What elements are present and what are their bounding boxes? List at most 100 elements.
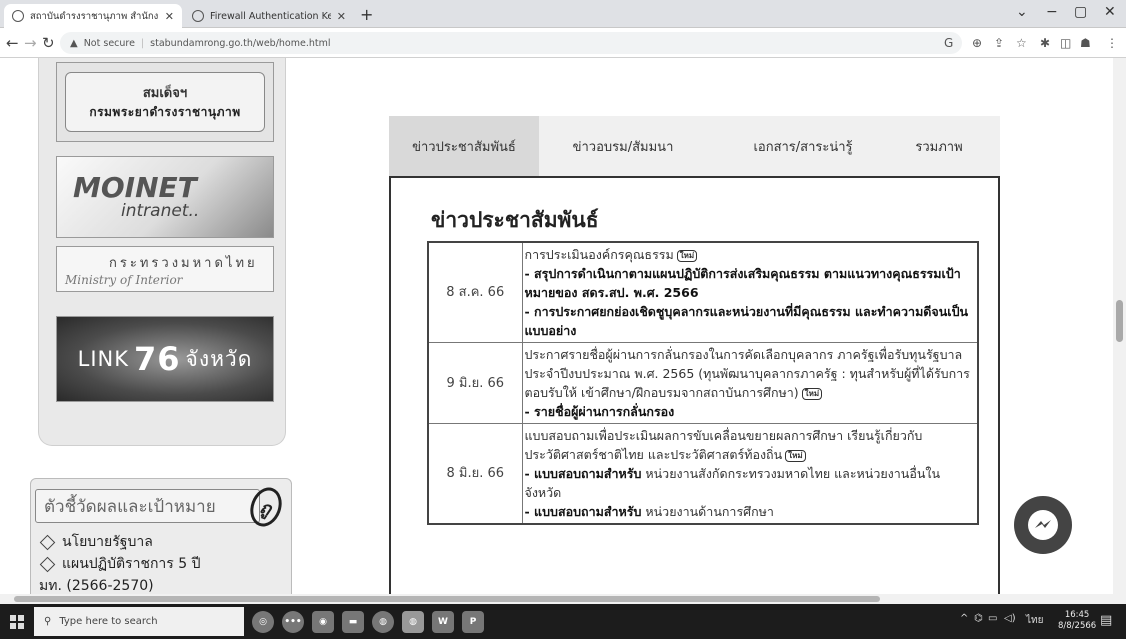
new-badge: ใหม่ xyxy=(801,387,823,400)
banner-line2: Ministry of Interior xyxy=(65,272,183,287)
network-icon[interactable]: ⌬ xyxy=(974,613,983,624)
tab-documents[interactable]: เอกสาร/สาระน่ารู้ xyxy=(728,116,878,176)
profile-icon[interactable]: ☗ xyxy=(1080,36,1091,50)
news-intro[interactable]: ประกาศรายชื่อผู้ผ่านการกลั่นกรองในการคัด… xyxy=(525,347,970,400)
language-indicator[interactable]: ไทย xyxy=(1026,613,1043,628)
banner-line2: intranet.. xyxy=(121,200,200,221)
globe-icon xyxy=(192,10,204,22)
windows-start-icon[interactable] xyxy=(10,615,24,629)
banner-link-76-provinces[interactable]: LINK 76 จังหวัด xyxy=(56,316,274,402)
banner-moinet[interactable]: MOINET intranet.. xyxy=(56,156,274,238)
translate-icon[interactable]: G xyxy=(944,36,953,50)
address-bar[interactable]: ▲ Not secure | stabundamrong.go.th/web/h… xyxy=(60,32,962,54)
tab-search-button[interactable]: ⌄ xyxy=(1016,4,1028,20)
news-content: ประกาศรายชื่อผู้ผ่านการกลั่นกรองในการคัด… xyxy=(521,342,979,424)
close-window-button[interactable]: ✕ xyxy=(1104,4,1116,20)
kpi-title[interactable]: ตัวชี้วัดผลและเป้าหมาย xyxy=(35,489,260,523)
page-viewport: สมเด็จฯ กรมพระยาดำรงราชานุภาพ MOINET int… xyxy=(0,58,1126,604)
taskbar-search[interactable]: ⚲ Type here to search xyxy=(34,607,244,636)
word-icon[interactable]: W xyxy=(432,611,454,633)
forward-arrow-icon[interactable]: → xyxy=(24,34,37,52)
messenger-icon xyxy=(1028,510,1058,540)
tab-public-relations[interactable]: ข่าวประชาสัมพันธ์ xyxy=(389,116,539,176)
cortana-icon[interactable]: ◎ xyxy=(252,611,274,633)
vertical-scrollbar[interactable] xyxy=(1113,58,1126,604)
kpi-links: นโยบายรัฐบาล แผนปฏิบัติราชการ 5 ปี มท. (… xyxy=(39,531,201,597)
new-tab-button[interactable]: + xyxy=(360,5,373,24)
bookmark-star-icon[interactable]: ☆ xyxy=(1016,36,1027,50)
reload-icon[interactable]: ↻ xyxy=(42,34,55,52)
back-arrow-icon[interactable]: ← xyxy=(6,34,19,52)
tab-gallery[interactable]: รวมภาพ xyxy=(880,116,998,176)
messenger-chat-button[interactable] xyxy=(1014,496,1072,554)
news-link[interactable]: - สรุปการดำเนินกาตามแผนปฏิบัติการส่งเสริ… xyxy=(525,266,961,300)
clock-date: 8/8/2566 xyxy=(1058,621,1097,631)
maximize-button[interactable]: ▢ xyxy=(1074,4,1087,20)
scrollbar-thumb[interactable] xyxy=(1116,300,1123,342)
news-date: 8 ส.ค. 66 xyxy=(427,241,523,343)
kpi-section: ตัวชี้วัดผลและเป้าหมาย ถู นโยบายรัฐบาล แ… xyxy=(30,478,292,604)
news-link[interactable]: - การประกาศยกย่องเชิดชูบุคลากรและหน่วยงา… xyxy=(525,304,969,338)
sidebar-icon[interactable]: ◫ xyxy=(1060,36,1071,50)
scroll-graphic: สมเด็จฯ กรมพระยาดำรงราชานุภาพ xyxy=(65,72,265,132)
survey-link-label[interactable]: - แบบสอบถามสำหรับ xyxy=(525,466,642,481)
link-label: นโยบายรัฐบาล xyxy=(62,534,153,550)
diamond-bullet-icon xyxy=(39,556,56,572)
banner-line1: กระทรวงมหาดไทย xyxy=(109,255,258,271)
table-row: 8 มิ.ย. 66 แบบสอบถามเพื่อประเมินผลการขับ… xyxy=(427,423,979,525)
volume-icon[interactable]: ◁) xyxy=(1004,613,1016,624)
tray-arrow-icon[interactable]: ^ xyxy=(960,613,968,624)
chrome-active-icon[interactable]: ◍ xyxy=(402,611,424,633)
link-government-policy[interactable]: นโยบายรัฐบาล xyxy=(39,531,201,553)
new-badge: ใหม่ xyxy=(785,449,806,462)
display-icon[interactable]: ▭ xyxy=(988,613,997,624)
panel-title: ข่าวประชาสัมพันธ์ xyxy=(431,208,599,232)
extensions-icon[interactable]: ✱ xyxy=(1040,36,1050,50)
browser-toolbar: ← → ↻ ▲ Not secure | stabundamrong.go.th… xyxy=(0,28,1126,58)
security-label: Not secure xyxy=(83,37,135,49)
file-explorer-icon[interactable]: ▬ xyxy=(342,611,364,633)
news-date: 8 มิ.ย. 66 xyxy=(427,423,523,525)
banner-prince-damrong[interactable]: สมเด็จฯ กรมพระยาดำรงราชานุภาพ xyxy=(56,62,274,142)
menu-dots-icon[interactable]: ⋮ xyxy=(1106,36,1118,50)
banner-link-text: LINK xyxy=(77,347,129,371)
banner-link-province: จังหวัด xyxy=(185,346,253,371)
close-tab-icon[interactable]: ✕ xyxy=(165,10,174,23)
share-icon[interactable]: ⇪ xyxy=(994,36,1004,50)
search-icon: ⚲ xyxy=(44,616,52,627)
divider: | xyxy=(140,37,145,49)
browser-tab-strip: สถาบันดำรงราชานุภาพ สำนักงานปลัด ✕ Firew… xyxy=(0,0,1126,28)
chrome-icon[interactable]: ◍ xyxy=(372,611,394,633)
windows-taskbar: ⚲ Type here to search ◎ ••• ◉ ▬ ◍ ◍ W P … xyxy=(0,604,1126,639)
clock-time: 16:45 xyxy=(1064,610,1090,620)
taskbar-clock[interactable]: 16:45 8/8/2566 xyxy=(1058,610,1096,632)
survey-link-text[interactable]: หน่วยงานด้านการศึกษา xyxy=(645,504,774,519)
tab-training[interactable]: ข่าวอบรม/สัมมนา xyxy=(548,116,698,176)
news-content: การประเมินองค์กรคุณธรรม ใหม่ - สรุปการดำเ… xyxy=(521,241,979,343)
banner-link-number: 76 xyxy=(134,340,181,378)
pdf-icon[interactable]: P xyxy=(462,611,484,633)
news-link[interactable]: - รายชื่อผู้ผ่านการกลั่นกรอง xyxy=(525,404,675,419)
diamond-bullet-icon xyxy=(39,534,56,550)
url-text: stabundamrong.go.th/web/home.html xyxy=(150,37,331,49)
news-intro[interactable]: การประเมินองค์กรคุณธรรม xyxy=(525,247,674,262)
task-view-icon[interactable]: ◉ xyxy=(312,611,334,633)
news-date: 9 มิ.ย. 66 xyxy=(427,342,523,424)
notification-icon[interactable]: ▤ xyxy=(1100,613,1112,628)
scrollbar-thumb[interactable] xyxy=(14,596,880,602)
survey-link-label[interactable]: - แบบสอบถามสำหรับ xyxy=(525,504,642,519)
horizontal-scrollbar[interactable] xyxy=(0,594,1113,604)
banner-line1: MOINET xyxy=(73,170,197,204)
tab-title: Firewall Authentication Keepaliv xyxy=(210,10,331,22)
banner-ministry-of-interior[interactable]: กระทรวงมหาดไทย Ministry of Interior xyxy=(56,246,274,292)
table-row: 8 ส.ค. 66 การประเมินองค์กรคุณธรรม ใหม่ - … xyxy=(427,241,979,343)
link-label: แผนปฏิบัติราชการ 5 ปี xyxy=(62,556,201,572)
minimize-button[interactable]: − xyxy=(1046,4,1058,20)
news-intro[interactable]: แบบสอบถามเพื่อประเมินผลการขับเคลื่อนขยาย… xyxy=(525,428,923,462)
close-tab-icon[interactable]: ✕ xyxy=(337,10,346,23)
browser-tab[interactable]: Firewall Authentication Keepaliv ✕ xyxy=(184,4,354,28)
link-5-year-plan[interactable]: แผนปฏิบัติราชการ 5 ปี xyxy=(39,553,201,575)
zoom-icon[interactable]: ⊕ xyxy=(972,36,982,50)
chat-app-icon[interactable]: ••• xyxy=(282,611,304,633)
browser-tab-active[interactable]: สถาบันดำรงราชานุภาพ สำนักงานปลัด ✕ xyxy=(4,4,182,28)
